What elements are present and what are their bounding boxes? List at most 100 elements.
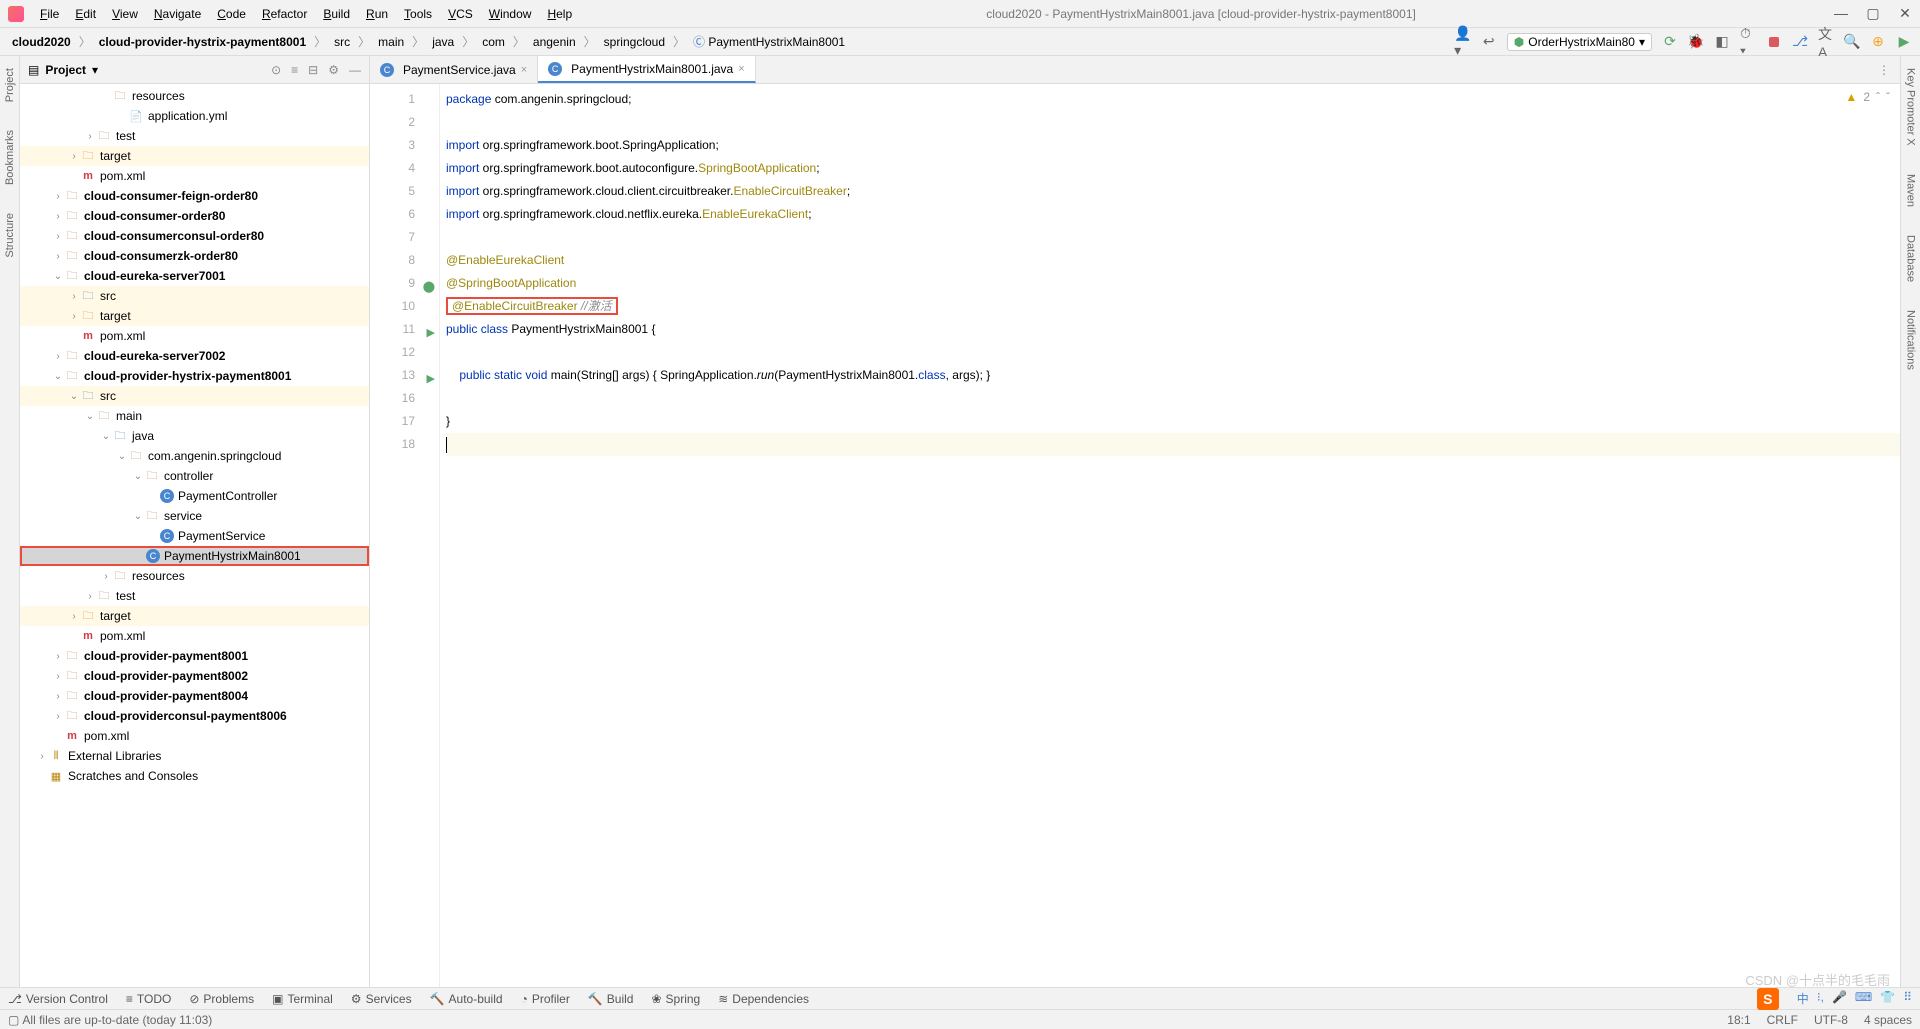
profile-icon[interactable]: ⏱▾ bbox=[1740, 34, 1756, 50]
tree-item[interactable]: ›🗀cloud-eureka-server7002 bbox=[20, 346, 369, 366]
collapse-all-icon[interactable]: ⊟ bbox=[308, 63, 318, 77]
tabs-menu-icon[interactable]: ⋮ bbox=[1868, 63, 1900, 77]
breadcrumb-item[interactable]: Ⓒ PaymentHystrixMain8001 bbox=[689, 31, 849, 52]
tree-item[interactable]: mpom.xml bbox=[20, 626, 369, 646]
stripe-database[interactable]: Database bbox=[1903, 231, 1919, 286]
menu-navigate[interactable]: Navigate bbox=[148, 5, 207, 23]
tree-item[interactable]: CPaymentHystrixMain8001 bbox=[20, 546, 369, 566]
tree-item[interactable]: ⌄🗀com.angenin.springcloud bbox=[20, 446, 369, 466]
tree-item[interactable]: ›🗀cloud-provider-payment8002 bbox=[20, 666, 369, 686]
prev-highlight-icon[interactable]: ˆ bbox=[1876, 90, 1880, 104]
menu-build[interactable]: Build bbox=[317, 5, 356, 23]
status-field[interactable]: 18:1 bbox=[1727, 1013, 1750, 1027]
coverage-icon[interactable]: ◧ bbox=[1714, 34, 1730, 50]
tool-spring[interactable]: ❀Spring bbox=[651, 992, 700, 1006]
ime-button[interactable]: 🎤 bbox=[1832, 990, 1847, 1007]
ime-button[interactable]: ⌨ bbox=[1855, 990, 1872, 1007]
tree-item[interactable]: ›🗀target bbox=[20, 306, 369, 326]
menu-edit[interactable]: Edit bbox=[69, 5, 102, 23]
status-field[interactable]: CRLF bbox=[1767, 1013, 1798, 1027]
project-dropdown-icon[interactable]: ▾ bbox=[92, 63, 98, 77]
select-opened-icon[interactable]: ⊙ bbox=[271, 63, 281, 77]
tree-item[interactable]: ›🗀cloud-provider-payment8001 bbox=[20, 646, 369, 666]
breadcrumb-item[interactable]: cloud2020 bbox=[8, 33, 75, 51]
editor-tab[interactable]: CPaymentService.java× bbox=[370, 56, 538, 83]
tool-version-control[interactable]: ⎇Version Control bbox=[8, 992, 108, 1006]
stripe-notifications[interactable]: Notifications bbox=[1903, 306, 1919, 374]
tree-item[interactable]: ›🗀cloud-provider-payment8004 bbox=[20, 686, 369, 706]
stripe-project[interactable]: Project bbox=[2, 64, 18, 106]
tree-item[interactable]: ⌄🗀src bbox=[20, 386, 369, 406]
tool-problems[interactable]: ⊘Problems bbox=[189, 992, 254, 1006]
tree-item[interactable]: ⌄🗀cloud-provider-hystrix-payment8001 bbox=[20, 366, 369, 386]
maximize-button[interactable]: ▢ bbox=[1866, 5, 1880, 22]
tree-item[interactable]: ▦Scratches and Consoles bbox=[20, 766, 369, 786]
ime-button[interactable]: 👕 bbox=[1880, 990, 1895, 1007]
ime-button[interactable]: ⠿ bbox=[1903, 990, 1912, 1007]
tool-terminal[interactable]: ▣Terminal bbox=[272, 992, 333, 1006]
menu-vcs[interactable]: VCS bbox=[442, 5, 479, 23]
tree-item[interactable]: ⌄🗀cloud-eureka-server7001 bbox=[20, 266, 369, 286]
tool-build[interactable]: 🔨Build bbox=[588, 992, 634, 1006]
tool-todo[interactable]: ≡TODO bbox=[126, 992, 171, 1006]
menu-view[interactable]: View bbox=[106, 5, 144, 23]
status-field[interactable]: UTF-8 bbox=[1814, 1013, 1848, 1027]
stripe-bookmarks[interactable]: Bookmarks bbox=[2, 126, 18, 189]
tree-item[interactable]: CPaymentController bbox=[20, 486, 369, 506]
translate-icon[interactable]: 文A bbox=[1818, 34, 1834, 50]
run-config-selector[interactable]: ⬢ OrderHystrixMain80 ▾ bbox=[1507, 33, 1652, 51]
tree-item[interactable]: 📄application.yml bbox=[20, 106, 369, 126]
menu-tools[interactable]: Tools bbox=[398, 5, 438, 23]
menu-file[interactable]: File bbox=[34, 5, 65, 23]
tree-item[interactable]: mpom.xml bbox=[20, 726, 369, 746]
breadcrumb-item[interactable]: cloud-provider-hystrix-payment8001 bbox=[95, 33, 310, 51]
project-tree[interactable]: 🗀resources📄application.yml›🗀test›🗀target… bbox=[20, 84, 369, 987]
close-tab-icon[interactable]: × bbox=[738, 63, 744, 75]
inspection-overlay[interactable]: ▲ 2 ˆ ˇ bbox=[1845, 90, 1890, 104]
bug-icon[interactable]: 🐞 bbox=[1688, 34, 1704, 50]
tree-item[interactable]: ⌄🗀java bbox=[20, 426, 369, 446]
sogou-ime-icon[interactable]: S bbox=[1757, 988, 1779, 1010]
ime-button[interactable]: 中 bbox=[1797, 990, 1809, 1007]
tool-services[interactable]: ⚙Services bbox=[351, 992, 412, 1006]
tree-item[interactable]: ›🗀cloud-consumerconsul-order80 bbox=[20, 226, 369, 246]
tree-item[interactable]: ›🗀target bbox=[20, 606, 369, 626]
breadcrumb-item[interactable]: angenin bbox=[529, 33, 580, 51]
ide-settings-icon[interactable]: ⊕ bbox=[1870, 34, 1886, 50]
next-highlight-icon[interactable]: ˇ bbox=[1886, 90, 1890, 104]
user-icon[interactable]: 👤▾ bbox=[1455, 34, 1471, 50]
tool-dependencies[interactable]: ≋Dependencies bbox=[718, 992, 809, 1006]
breadcrumb-item[interactable]: springcloud bbox=[600, 33, 669, 51]
tree-item[interactable]: ›🗀cloud-consumer-feign-order80 bbox=[20, 186, 369, 206]
ime-button[interactable]: ⁝, bbox=[1817, 990, 1824, 1007]
status-icon[interactable]: ▢ bbox=[8, 1013, 19, 1027]
tool-profiler[interactable]: ◔Profiler bbox=[521, 992, 570, 1006]
tree-item[interactable]: 🗀resources bbox=[20, 86, 369, 106]
tool-auto-build[interactable]: 🔨Auto-build bbox=[430, 992, 503, 1006]
tree-item[interactable]: mpom.xml bbox=[20, 326, 369, 346]
menu-run[interactable]: Run bbox=[360, 5, 394, 23]
tree-item[interactable]: CPaymentService bbox=[20, 526, 369, 546]
breadcrumb-item[interactable]: main bbox=[374, 33, 408, 51]
tree-item[interactable]: ⌄🗀controller bbox=[20, 466, 369, 486]
stripe-key-promoter-x[interactable]: Key Promoter X bbox=[1903, 64, 1919, 150]
menu-code[interactable]: Code bbox=[211, 5, 252, 23]
settings-gear-icon[interactable]: ⚙ bbox=[328, 63, 339, 77]
tree-item[interactable]: ›🗀cloud-consumer-order80 bbox=[20, 206, 369, 226]
tree-item[interactable]: ›⫴External Libraries bbox=[20, 746, 369, 766]
tree-item[interactable]: ›🗀cloud-consumerzk-order80 bbox=[20, 246, 369, 266]
back-arrow-icon[interactable]: ↩ bbox=[1481, 34, 1497, 50]
search-icon[interactable]: 🔍 bbox=[1844, 34, 1860, 50]
tree-item[interactable]: ›🗀resources bbox=[20, 566, 369, 586]
code-body[interactable]: ▲ 2 ˆ ˇ package com.angenin.springcloud;… bbox=[440, 84, 1900, 987]
git-icon[interactable]: ⎇ bbox=[1792, 34, 1808, 50]
tree-item[interactable]: ›🗀test bbox=[20, 586, 369, 606]
menu-window[interactable]: Window bbox=[483, 5, 538, 23]
tree-item[interactable]: ⌄🗀service bbox=[20, 506, 369, 526]
close-button[interactable]: ✕ bbox=[1898, 5, 1912, 22]
breadcrumb-item[interactable]: com bbox=[478, 33, 509, 51]
tree-item[interactable]: ›🗀target bbox=[20, 146, 369, 166]
menu-refactor[interactable]: Refactor bbox=[256, 5, 313, 23]
status-field[interactable]: 4 spaces bbox=[1864, 1013, 1912, 1027]
stripe-structure[interactable]: Structure bbox=[2, 209, 18, 262]
